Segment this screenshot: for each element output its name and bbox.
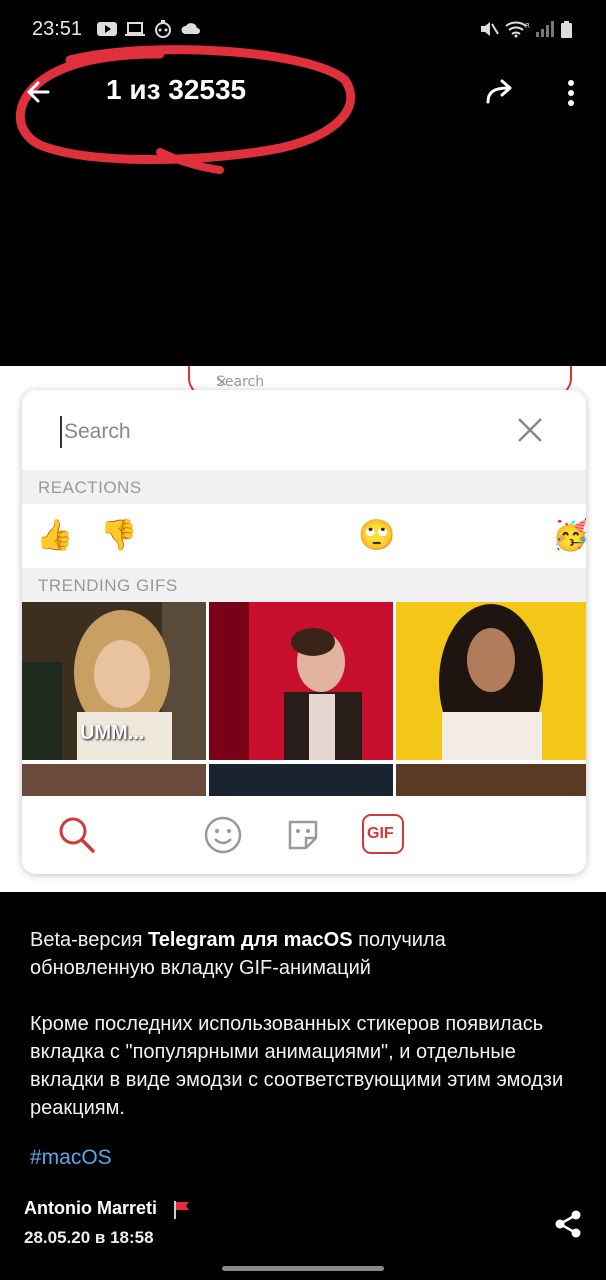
gif-thumbnail[interactable] [22,764,206,796]
battery-icon [561,21,572,38]
caption-paragraph: Кроме последних использованных стикеров … [30,1013,564,1119]
picker-tab-bar: GIF [22,796,586,874]
surprised-icon[interactable]: 😮 [294,518,330,554]
youtube-icon [97,22,117,36]
mute-icon [481,22,499,36]
gif-thumbnail[interactable] [396,764,586,796]
thumbs-up-icon[interactable]: 👍 [36,518,73,554]
red-annotation-scribble [15,45,356,174]
svg-text:R: R [525,22,530,30]
photo-content: Search × REACTIONS 👍 👎 😍 😂 😮 🙄 😥 😡 🥳 TRE… [0,366,606,892]
gif-thumbnail[interactable] [396,602,586,760]
sad-sweat-icon[interactable]: 😥 [422,518,458,554]
photo-caption: Beta-версия Telegram для macOS получила … [30,926,570,1150]
eye-roll-icon[interactable]: 🙄 [358,518,395,554]
signal-icon [536,21,554,37]
angry-icon[interactable]: 😡 [487,518,523,554]
gesture-nav-handle[interactable] [222,1266,384,1271]
laptop-icon [125,22,145,36]
flag-icon [174,1201,189,1219]
robot-icon [155,20,171,38]
search-row [22,390,586,470]
author-name[interactable]: Antonio Marreti [24,1198,157,1219]
gif-grid: UMM... [22,602,586,796]
section-header-trending: TRENDING GIFS [22,568,586,602]
section-label: TRENDING GIFS [38,576,178,595]
caption-paragraph: Beta-версия Telegram для macOS получила … [30,926,570,982]
share-icon[interactable] [552,1208,584,1240]
forward-icon[interactable] [482,76,518,108]
section-header-reactions: REACTIONS [22,470,586,504]
hashtag-link[interactable]: #macOS [30,1146,112,1170]
more-vert-icon[interactable] [560,78,582,108]
section-label: REACTIONS [38,478,142,497]
gif-caption: UMM... [80,722,145,744]
sticker-icon[interactable] [282,814,324,856]
wifi-icon: R [505,21,530,38]
gif-picker-panel: REACTIONS 👍 👎 😍 😂 😮 🙄 😥 😡 🥳 TRENDING GIF… [22,390,586,874]
gif-tab-label: GIF [367,825,394,842]
thumbs-down-icon[interactable]: 👎 [100,518,137,554]
search-icon[interactable] [56,814,98,856]
media-counter: 1 из 32535 [106,74,247,105]
gif-thumbnail[interactable] [209,764,393,796]
heart-eyes-icon[interactable]: 😍 [165,518,201,554]
party-icon[interactable]: 🥳 [552,518,586,554]
close-icon: × [216,374,228,390]
emoji-icon[interactable] [202,814,244,856]
search-input[interactable] [60,416,486,448]
gif-tab-button[interactable]: GIF [362,814,404,854]
tears-of-joy-icon[interactable]: 😂 [229,518,265,554]
caption-bold-text: Telegram для macOS [148,929,353,951]
caption-text: Beta-версия [30,929,149,951]
status-clock: 23:51 [32,18,83,40]
gif-thumbnail[interactable] [209,602,393,760]
cloud-icon [181,23,200,34]
back-arrow-icon[interactable] [22,74,58,110]
reactions-row: 👍 👎 😍 😂 😮 🙄 😥 😡 🥳 [22,504,586,568]
close-icon[interactable] [514,414,546,446]
post-date: 28.05.20 в 18:58 [24,1228,154,1247]
